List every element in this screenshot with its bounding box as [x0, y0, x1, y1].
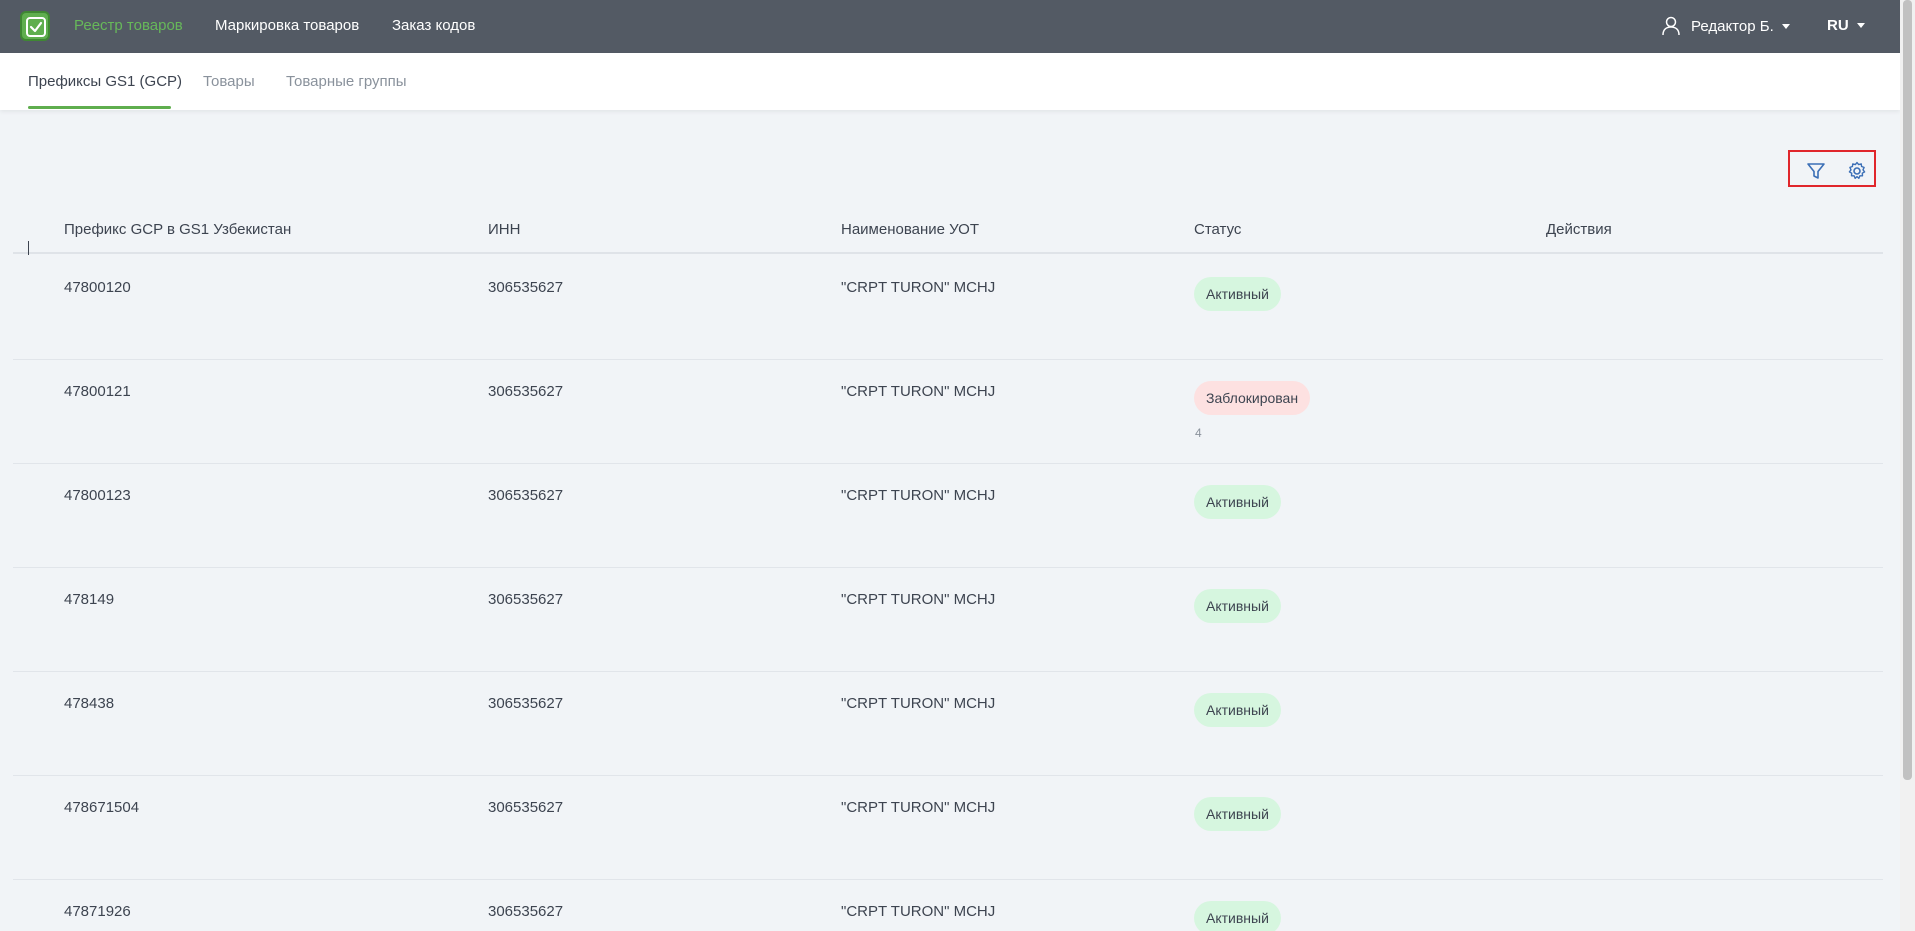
active-tab-indicator — [28, 106, 171, 109]
column-header-prefix[interactable]: Префикс GCP в GS1 Узбекистан — [64, 221, 291, 238]
name-cell: "CRPT TURON" MCHJ — [841, 487, 996, 504]
column-header-actions: Действия — [1546, 221, 1612, 238]
status-badge: Активный — [1194, 277, 1281, 311]
prefix-cell: 47800123 — [64, 487, 131, 504]
prefix-cell: 47871926 — [64, 903, 131, 920]
nav-item-product-marking[interactable]: Маркировка товаров — [215, 17, 359, 34]
user-name: Редактор Б. — [1691, 17, 1774, 35]
language-label: RU — [1827, 17, 1849, 34]
nav-item-code-order[interactable]: Заказ кодов — [392, 17, 475, 34]
table-row[interactable]: 47800121 306535627 "CRPT TURON" MCHJ Заб… — [13, 360, 1883, 464]
app-logo-icon[interactable] — [20, 11, 50, 41]
tab-products[interactable]: Товары — [203, 73, 255, 90]
prefix-cell: 478438 — [64, 695, 115, 712]
nav-item-product-registry[interactable]: Реестр товаров — [74, 17, 183, 34]
inn-cell: 306535627 — [488, 279, 564, 296]
tab-product-groups[interactable]: Товарные группы — [286, 73, 407, 90]
user-menu[interactable]: Редактор Б. — [1661, 15, 1790, 37]
table-row[interactable]: 478149 306535627 "CRPT TURON" MCHJ Актив… — [13, 568, 1883, 672]
prefix-cell: 47800120 — [64, 279, 131, 296]
name-cell: "CRPT TURON" MCHJ — [841, 799, 996, 816]
sub-tabs: Префиксы GS1 (GCP) Товары Товарные групп… — [0, 53, 1900, 110]
language-selector[interactable]: RU — [1827, 17, 1865, 34]
settings-gear-icon[interactable] — [1846, 160, 1868, 182]
chevron-down-icon — [1856, 23, 1865, 28]
status-badge: Активный — [1194, 901, 1281, 931]
name-cell: "CRPT TURON" MCHJ — [841, 279, 996, 296]
name-cell: "CRPT TURON" MCHJ — [841, 695, 996, 712]
status-badge: Активный — [1194, 797, 1281, 831]
column-header-inn[interactable]: ИНН — [488, 221, 520, 238]
inn-cell: 306535627 — [488, 903, 564, 920]
tab-gs1-prefixes[interactable]: Префиксы GS1 (GCP) — [28, 73, 182, 90]
status-badge: Заблокирован — [1194, 381, 1311, 415]
scrollbar-thumb[interactable] — [1903, 0, 1912, 780]
name-cell: "CRPT TURON" MCHJ — [841, 591, 996, 608]
table-row[interactable]: 478438 306535627 "CRPT TURON" MCHJ Актив… — [13, 672, 1883, 776]
text-cursor — [28, 241, 29, 255]
table-row[interactable]: 478671504 306535627 "CRPT TURON" MCHJ Ак… — [13, 776, 1883, 880]
status-badge: Активный — [1194, 693, 1281, 727]
top-navigation-bar: Реестр товаров Маркировка товаров Заказ … — [0, 0, 1900, 53]
prefix-cell: 47800121 — [64, 383, 131, 400]
status-badge: Активный — [1194, 589, 1281, 623]
name-cell: "CRPT TURON" MCHJ — [841, 903, 996, 920]
column-header-status[interactable]: Статус — [1194, 221, 1241, 238]
column-header-name[interactable]: Наименование УОТ — [841, 221, 979, 238]
inn-cell: 306535627 — [488, 799, 564, 816]
user-icon — [1662, 16, 1680, 36]
chevron-down-icon — [1781, 23, 1790, 29]
table-toolbar — [1788, 150, 1876, 187]
table-row[interactable]: 47800120 306535627 "CRPT TURON" MCHJ Акт… — [13, 256, 1883, 360]
table-row[interactable]: 47800123 306535627 "CRPT TURON" MCHJ Акт… — [13, 464, 1883, 568]
table-row[interactable]: 47871926 306535627 "CRPT TURON" MCHJ Акт… — [13, 880, 1883, 931]
table-header: Префикс GCP в GS1 Узбекистан ИНН Наимено… — [13, 217, 1883, 254]
status-badge: Активный — [1194, 485, 1281, 519]
prefix-cell: 478149 — [64, 591, 115, 608]
inn-cell: 306535627 — [488, 695, 564, 712]
inn-cell: 306535627 — [488, 487, 564, 504]
inn-cell: 306535627 — [488, 591, 564, 608]
name-cell: "CRPT TURON" MCHJ — [841, 383, 996, 400]
status-note: 4 — [1195, 426, 1202, 440]
inn-cell: 306535627 — [488, 383, 564, 400]
filter-icon[interactable] — [1805, 160, 1827, 182]
prefix-cell: 478671504 — [64, 799, 140, 816]
